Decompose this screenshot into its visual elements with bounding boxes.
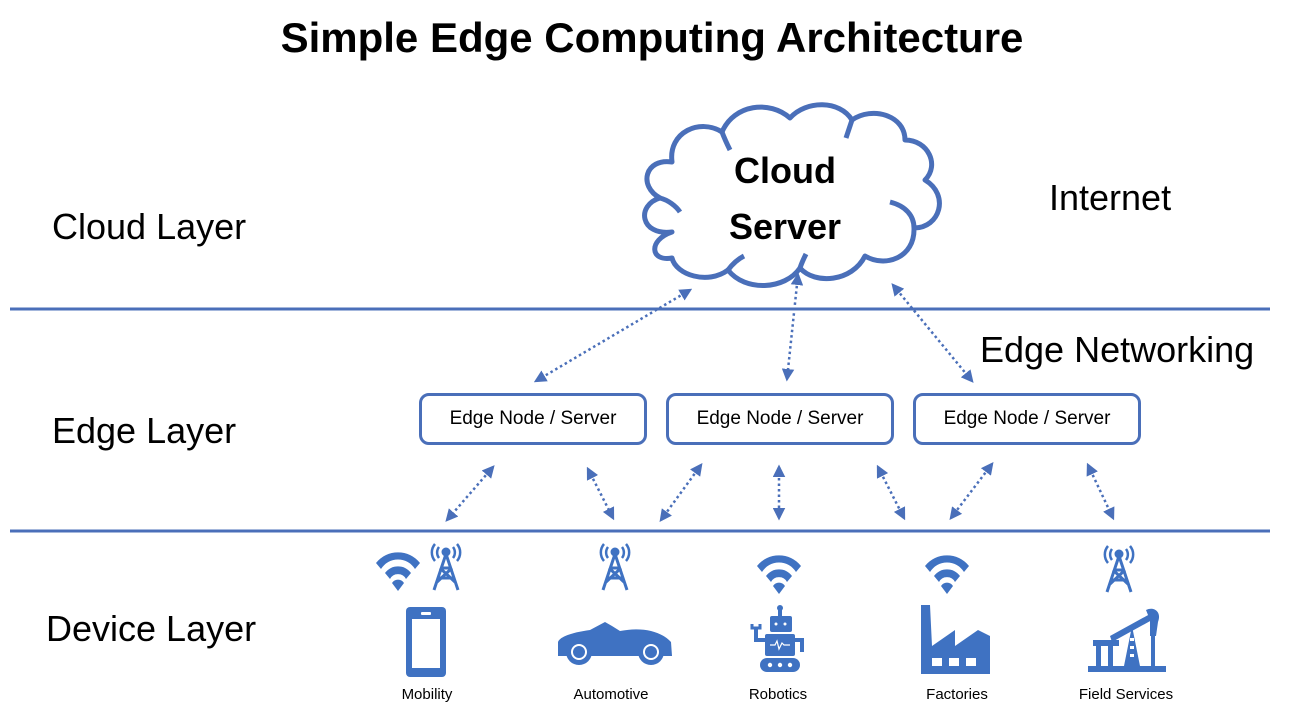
cell-tower-icon: [430, 542, 462, 592]
device-label-field-services: Field Services: [1078, 686, 1174, 703]
edge-node-2[interactable]: Edge Node / Server: [666, 393, 894, 445]
edge-node-label: Edge Node / Server: [696, 408, 864, 429]
cloud-label-line1: Cloud: [734, 150, 836, 191]
device-label-robotics: Robotics: [748, 686, 808, 703]
edge-device-arrow: [659, 462, 703, 523]
wifi-icon: [376, 552, 420, 591]
edge-node-1[interactable]: Edge Node / Server: [419, 393, 647, 445]
edge-device-arrow: [445, 465, 495, 522]
cell-tower-icon: [1103, 544, 1135, 594]
edge-node-label: Edge Node / Server: [449, 408, 617, 429]
device-label-mobility: Mobility: [401, 686, 453, 703]
smartphone-icon: [406, 607, 446, 677]
cloud-edge-arrow: [781, 272, 804, 382]
edge-device-arrow: [876, 464, 906, 521]
cloud-label-line2: Server: [728, 206, 842, 247]
edge-node-label: Edge Node / Server: [943, 408, 1111, 429]
cloud-server-label: Cloud Server: [700, 143, 870, 255]
device-label-automotive: Automotive: [573, 686, 649, 703]
cell-tower-icon: [599, 542, 631, 592]
cloud-edge-arrow: [891, 283, 974, 383]
wifi-icon: [925, 555, 969, 594]
car-icon: [558, 622, 672, 665]
robot-icon: [750, 605, 804, 672]
oil-pump-icon: [1088, 608, 1166, 672]
edge-device-arrow: [1086, 462, 1115, 521]
edge-device-arrow: [949, 462, 994, 520]
edge-device-arrow: [586, 466, 615, 521]
factory-icon: [921, 605, 990, 674]
device-label-factories: Factories: [926, 686, 988, 703]
diagram-canvas: [10, 102, 1270, 677]
wifi-icon: [757, 555, 801, 594]
cloud-edge-arrow: [533, 288, 693, 383]
edge-node-3[interactable]: Edge Node / Server: [913, 393, 1141, 445]
